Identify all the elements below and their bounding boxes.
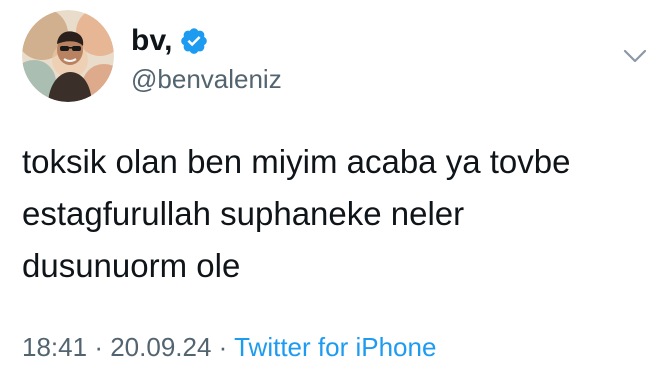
tweet-text-line: dusunuorm ole <box>22 247 241 284</box>
tweet-text-line: toksik olan ben miyim acaba ya tovbe <box>22 143 571 180</box>
verified-badge-icon <box>179 26 209 56</box>
tweet-meta: 18:41 · 20.09.24 · Twitter for iPhone <box>22 332 436 363</box>
meta-separator: · <box>218 332 228 362</box>
chevron-down-icon[interactable] <box>622 46 648 66</box>
tweet-text: toksik olan ben miyim acaba ya tovbe est… <box>22 136 652 292</box>
tweet-date[interactable]: 20.09.24 <box>110 332 211 362</box>
handle[interactable]: @benvaleniz <box>131 64 282 95</box>
avatar[interactable] <box>22 10 114 102</box>
tweet-source-link[interactable]: Twitter for iPhone <box>234 332 436 362</box>
tweet-card: bv, @benvaleniz toksik olan ben miyim ac… <box>0 0 672 378</box>
tweet-text-line: estagfurullah suphaneke neler <box>22 195 465 232</box>
meta-separator: · <box>94 332 103 362</box>
avatar-image <box>22 10 114 102</box>
tweet-time[interactable]: 18:41 <box>22 332 87 362</box>
author-name-row[interactable]: bv, <box>131 24 209 58</box>
display-name[interactable]: bv, <box>131 24 173 58</box>
